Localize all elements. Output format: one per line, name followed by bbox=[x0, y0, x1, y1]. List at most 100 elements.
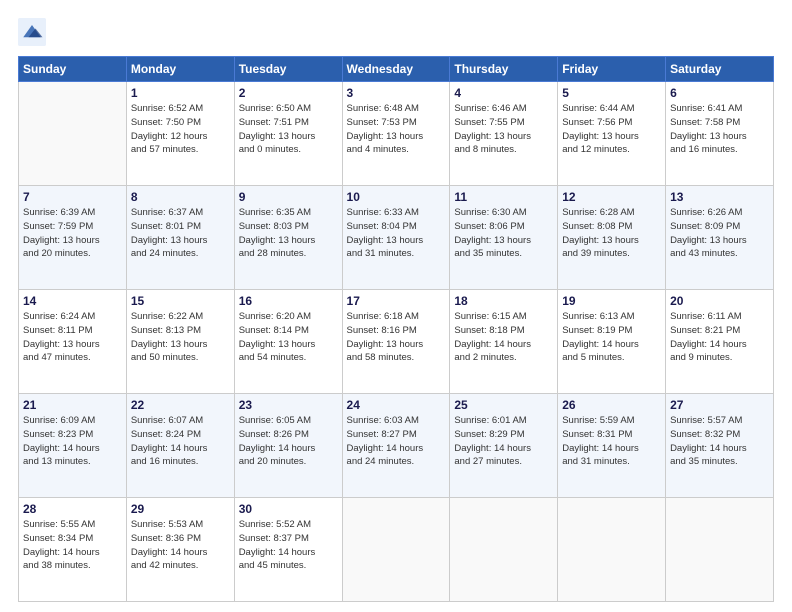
day-number: 17 bbox=[347, 294, 446, 308]
calendar-cell: 4 Sunrise: 6:46 AM Sunset: 7:55 PM Daylig… bbox=[450, 82, 558, 186]
calendar-cell: 3 Sunrise: 6:48 AM Sunset: 7:53 PM Daylig… bbox=[342, 82, 450, 186]
calendar-cell: 10Sunrise: 6:33 AM Sunset: 8:04 PM Dayli… bbox=[342, 186, 450, 290]
day-info: Sunrise: 6:15 AM Sunset: 8:18 PM Dayligh… bbox=[454, 310, 553, 365]
day-info: Sunrise: 6:50 AM Sunset: 7:51 PM Dayligh… bbox=[239, 102, 338, 157]
day-info: Sunrise: 6:26 AM Sunset: 8:09 PM Dayligh… bbox=[670, 206, 769, 261]
calendar-cell: 12 Sunrise: 6:28 AM Sunset: 8:08 PM Dayli… bbox=[558, 186, 666, 290]
day-info: Sunrise: 6:18 AM Sunset: 8:16 PM Dayligh… bbox=[347, 310, 446, 365]
day-number: 16 bbox=[239, 294, 338, 308]
calendar-week-row: 21 Sunrise: 6:09 AM Sunset: 8:23 PM Dayli… bbox=[19, 394, 774, 498]
day-number: 4 bbox=[454, 86, 553, 100]
day-number: 2 bbox=[239, 86, 338, 100]
calendar-cell: 14Sunrise: 6:24 AM Sunset: 8:11 PM Dayli… bbox=[19, 290, 127, 394]
calendar-cell: 28 Sunrise: 5:55 AM Sunset: 8:34 PM Dayli… bbox=[19, 498, 127, 602]
calendar-week-row: 28 Sunrise: 5:55 AM Sunset: 8:34 PM Dayli… bbox=[19, 498, 774, 602]
day-info: Sunrise: 6:03 AM Sunset: 8:27 PM Dayligh… bbox=[347, 414, 446, 469]
day-info: Sunrise: 6:37 AM Sunset: 8:01 PM Dayligh… bbox=[131, 206, 230, 261]
day-info: Sunrise: 6:22 AM Sunset: 8:13 PM Dayligh… bbox=[131, 310, 230, 365]
day-number: 25 bbox=[454, 398, 553, 412]
day-number: 22 bbox=[131, 398, 230, 412]
calendar-cell: 11 Sunrise: 6:30 AM Sunset: 8:06 PM Dayli… bbox=[450, 186, 558, 290]
calendar-cell: 21 Sunrise: 6:09 AM Sunset: 8:23 PM Dayli… bbox=[19, 394, 127, 498]
calendar-cell: 18 Sunrise: 6:15 AM Sunset: 8:18 PM Dayli… bbox=[450, 290, 558, 394]
weekday-header-friday: Friday bbox=[558, 57, 666, 82]
day-number: 3 bbox=[347, 86, 446, 100]
day-info: Sunrise: 6:46 AM Sunset: 7:55 PM Dayligh… bbox=[454, 102, 553, 157]
day-number: 10 bbox=[347, 190, 446, 204]
day-number: 12 bbox=[562, 190, 661, 204]
day-number: 13 bbox=[670, 190, 769, 204]
day-info: Sunrise: 5:57 AM Sunset: 8:32 PM Dayligh… bbox=[670, 414, 769, 469]
weekday-header-sunday: Sunday bbox=[19, 57, 127, 82]
day-number: 21 bbox=[23, 398, 122, 412]
calendar-week-row: 1 Sunrise: 6:52 AM Sunset: 7:50 PM Daylig… bbox=[19, 82, 774, 186]
day-number: 14 bbox=[23, 294, 122, 308]
calendar-cell: 22 Sunrise: 6:07 AM Sunset: 8:24 PM Dayli… bbox=[126, 394, 234, 498]
day-info: Sunrise: 6:01 AM Sunset: 8:29 PM Dayligh… bbox=[454, 414, 553, 469]
day-number: 30 bbox=[239, 502, 338, 516]
day-info: Sunrise: 6:41 AM Sunset: 7:58 PM Dayligh… bbox=[670, 102, 769, 157]
day-info: Sunrise: 6:07 AM Sunset: 8:24 PM Dayligh… bbox=[131, 414, 230, 469]
calendar-cell: 19Sunrise: 6:13 AM Sunset: 8:19 PM Dayli… bbox=[558, 290, 666, 394]
calendar-cell: 1 Sunrise: 6:52 AM Sunset: 7:50 PM Daylig… bbox=[126, 82, 234, 186]
day-info: Sunrise: 5:59 AM Sunset: 8:31 PM Dayligh… bbox=[562, 414, 661, 469]
weekday-header-thursday: Thursday bbox=[450, 57, 558, 82]
weekday-header-wednesday: Wednesday bbox=[342, 57, 450, 82]
day-number: 26 bbox=[562, 398, 661, 412]
day-number: 11 bbox=[454, 190, 553, 204]
day-number: 5 bbox=[562, 86, 661, 100]
calendar-header: SundayMondayTuesdayWednesdayThursdayFrid… bbox=[19, 57, 774, 82]
day-info: Sunrise: 6:52 AM Sunset: 7:50 PM Dayligh… bbox=[131, 102, 230, 157]
day-info: Sunrise: 6:39 AM Sunset: 7:59 PM Dayligh… bbox=[23, 206, 122, 261]
day-number: 27 bbox=[670, 398, 769, 412]
calendar-cell: 6Sunrise: 6:41 AM Sunset: 7:58 PM Daylig… bbox=[666, 82, 774, 186]
calendar-week-row: 14Sunrise: 6:24 AM Sunset: 8:11 PM Dayli… bbox=[19, 290, 774, 394]
day-info: Sunrise: 6:09 AM Sunset: 8:23 PM Dayligh… bbox=[23, 414, 122, 469]
header bbox=[18, 18, 774, 46]
day-number: 8 bbox=[131, 190, 230, 204]
calendar-cell: 5 Sunrise: 6:44 AM Sunset: 7:56 PM Daylig… bbox=[558, 82, 666, 186]
day-number: 28 bbox=[23, 502, 122, 516]
day-info: Sunrise: 6:48 AM Sunset: 7:53 PM Dayligh… bbox=[347, 102, 446, 157]
weekday-header-saturday: Saturday bbox=[666, 57, 774, 82]
day-number: 20 bbox=[670, 294, 769, 308]
calendar-week-row: 7 Sunrise: 6:39 AM Sunset: 7:59 PM Daylig… bbox=[19, 186, 774, 290]
day-info: Sunrise: 5:53 AM Sunset: 8:36 PM Dayligh… bbox=[131, 518, 230, 573]
day-info: Sunrise: 5:55 AM Sunset: 8:34 PM Dayligh… bbox=[23, 518, 122, 573]
calendar-body: 1 Sunrise: 6:52 AM Sunset: 7:50 PM Daylig… bbox=[19, 82, 774, 602]
weekday-header-tuesday: Tuesday bbox=[234, 57, 342, 82]
calendar-cell: 15 Sunrise: 6:22 AM Sunset: 8:13 PM Dayli… bbox=[126, 290, 234, 394]
calendar-cell bbox=[342, 498, 450, 602]
day-number: 15 bbox=[131, 294, 230, 308]
day-number: 7 bbox=[23, 190, 122, 204]
day-number: 19 bbox=[562, 294, 661, 308]
logo bbox=[18, 18, 50, 46]
weekday-header-monday: Monday bbox=[126, 57, 234, 82]
calendar-cell: 9Sunrise: 6:35 AM Sunset: 8:03 PM Daylig… bbox=[234, 186, 342, 290]
day-info: Sunrise: 6:30 AM Sunset: 8:06 PM Dayligh… bbox=[454, 206, 553, 261]
calendar-cell: 30Sunrise: 5:52 AM Sunset: 8:37 PM Dayli… bbox=[234, 498, 342, 602]
calendar-cell: 25 Sunrise: 6:01 AM Sunset: 8:29 PM Dayli… bbox=[450, 394, 558, 498]
calendar-cell: 2 Sunrise: 6:50 AM Sunset: 7:51 PM Daylig… bbox=[234, 82, 342, 186]
calendar-cell bbox=[450, 498, 558, 602]
calendar-cell: 24 Sunrise: 6:03 AM Sunset: 8:27 PM Dayli… bbox=[342, 394, 450, 498]
calendar-cell: 13 Sunrise: 6:26 AM Sunset: 8:09 PM Dayli… bbox=[666, 186, 774, 290]
day-number: 23 bbox=[239, 398, 338, 412]
day-info: Sunrise: 6:20 AM Sunset: 8:14 PM Dayligh… bbox=[239, 310, 338, 365]
weekday-header-row: SundayMondayTuesdayWednesdayThursdayFrid… bbox=[19, 57, 774, 82]
day-info: Sunrise: 6:11 AM Sunset: 8:21 PM Dayligh… bbox=[670, 310, 769, 365]
day-number: 1 bbox=[131, 86, 230, 100]
calendar-cell bbox=[558, 498, 666, 602]
day-number: 24 bbox=[347, 398, 446, 412]
calendar-cell: 26 Sunrise: 5:59 AM Sunset: 8:31 PM Dayli… bbox=[558, 394, 666, 498]
calendar-cell: 7 Sunrise: 6:39 AM Sunset: 7:59 PM Daylig… bbox=[19, 186, 127, 290]
day-info: Sunrise: 6:28 AM Sunset: 8:08 PM Dayligh… bbox=[562, 206, 661, 261]
day-number: 18 bbox=[454, 294, 553, 308]
calendar-cell: 20 Sunrise: 6:11 AM Sunset: 8:21 PM Dayli… bbox=[666, 290, 774, 394]
calendar-cell: 8 Sunrise: 6:37 AM Sunset: 8:01 PM Daylig… bbox=[126, 186, 234, 290]
calendar-cell bbox=[666, 498, 774, 602]
calendar-cell: 27 Sunrise: 5:57 AM Sunset: 8:32 PM Dayli… bbox=[666, 394, 774, 498]
day-info: Sunrise: 6:44 AM Sunset: 7:56 PM Dayligh… bbox=[562, 102, 661, 157]
calendar-cell: 29Sunrise: 5:53 AM Sunset: 8:36 PM Dayli… bbox=[126, 498, 234, 602]
calendar-cell: 16 Sunrise: 6:20 AM Sunset: 8:14 PM Dayli… bbox=[234, 290, 342, 394]
